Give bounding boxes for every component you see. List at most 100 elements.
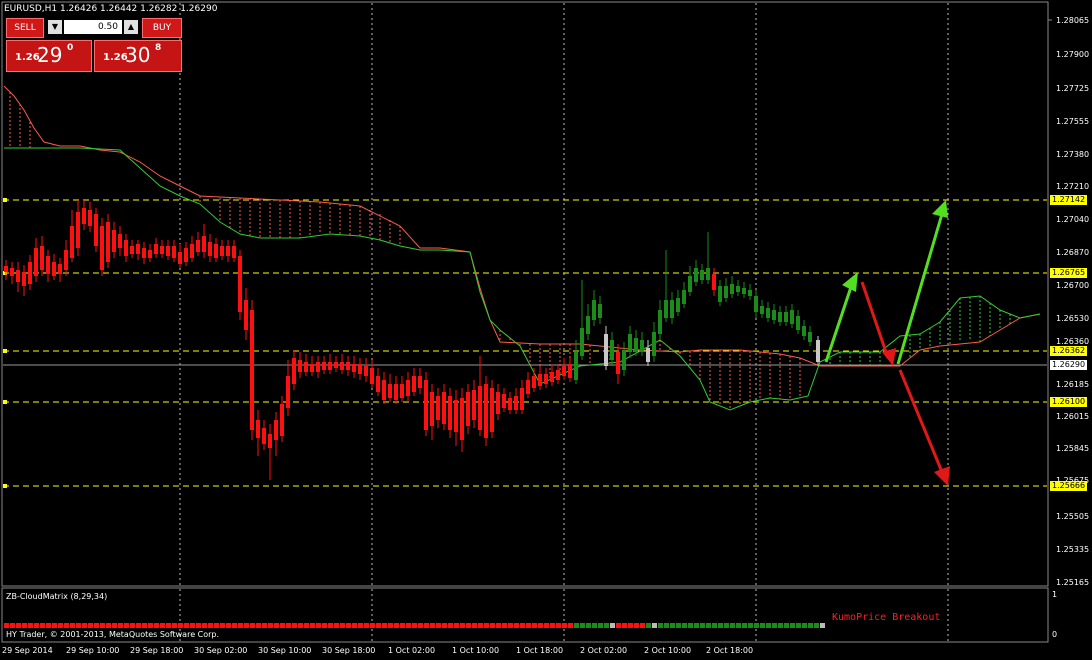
indicator-bar [322,623,327,628]
time-tick: 29 Sep 10:00 [66,646,120,655]
level-label: 1.27142 [1050,195,1088,205]
indicator-bar [502,623,507,628]
candlesticks [4,200,820,480]
candle-body [364,366,368,376]
lot-size-input[interactable]: 0.50 [64,20,122,34]
candle-body [586,316,590,334]
candle-body [730,284,734,294]
sell-price-pips: 29 [37,43,63,67]
candle-body [772,310,776,320]
indicator-bar [448,623,453,628]
sell-button[interactable]: SELL [6,18,44,38]
candle-body [472,390,476,420]
candle-body [562,366,566,376]
time-tick: 29 Sep 18:00 [130,646,184,655]
time-tick: 30 Sep 10:00 [258,646,312,655]
candle-body [340,362,344,370]
level-label: 1.25666 [1050,481,1088,491]
indicator-bar [34,623,39,628]
arrow-up-2 [896,213,944,365]
candle-body [502,394,506,408]
candle-body [760,306,764,314]
candle-body [304,362,308,372]
candle-body [742,288,746,294]
indicator-bar [94,623,99,628]
candle-body [298,360,302,372]
buy-button[interactable]: BUY [142,18,182,38]
candle-body [508,398,512,410]
indicator-bar [16,623,21,628]
candle-body [550,372,554,382]
indicator-bar [490,623,495,628]
candle-body [748,290,752,296]
indicator-bar [46,623,51,628]
time-tick: 2 Oct 18:00 [706,646,754,655]
indicator-bar [604,623,609,628]
price-tick: 1.25845 [1056,444,1090,453]
candle-body [700,270,704,280]
price-tick: 1.26870 [1056,248,1090,257]
candle-body [610,340,614,360]
sell-price-button[interactable]: 1.26 29 0 [6,40,92,72]
indicator-bar [40,623,45,628]
indicator-bar [172,623,177,628]
candle-body [724,286,728,298]
indicator-bar [700,623,705,628]
indicator-bar [52,623,57,628]
indicator-bar [658,623,663,628]
indicator-bar [388,623,393,628]
indicator-bar [232,623,237,628]
candle-body [220,246,224,256]
lot-decrease-icon[interactable]: ▼ [48,20,62,34]
indicator-bar [130,623,135,628]
candle-body [556,370,560,380]
indicator-bar [256,623,261,628]
indicator-bar [190,623,195,628]
indicator-bar [292,623,297,628]
price-tick: 1.26185 [1056,380,1090,389]
indicator-bar [526,623,531,628]
indicator-title: ZB-CloudMatrix (8,29,34) [6,592,108,601]
indicator-bar [790,623,795,628]
indicator-bar [166,623,171,628]
indicator-bar [208,623,213,628]
candle-body [166,246,170,256]
time-tick: 30 Sep 02:00 [194,646,248,655]
candle-body [292,358,296,384]
projection-arrows [824,200,950,486]
candle-body [100,226,104,270]
candle-body [106,222,110,262]
price-tick: 1.27555 [1056,117,1090,126]
price-tick: 1.26530 [1056,314,1090,323]
indicator-bar [754,623,759,628]
candle-body [526,380,530,394]
candle-body [82,208,86,224]
indicator-bar [346,623,351,628]
indicator-bar [250,623,255,628]
level-label: 1.26765 [1050,268,1088,278]
indicator-bar [310,623,315,628]
price-tick: 1.26360 [1056,337,1090,346]
indicator-bar [196,623,201,628]
candle-body [778,312,782,322]
price-tick: 1.26015 [1056,412,1090,421]
candle-body [460,398,464,440]
candle-body [52,262,56,276]
indicator-bar [724,623,729,628]
indicator-bars [4,623,825,628]
candle-body [34,248,38,276]
price-chart[interactable] [0,0,1092,660]
lot-increase-icon[interactable]: ▲ [124,20,138,34]
candle-body [646,348,650,362]
buy-price-button[interactable]: 1.26 30 8 [94,40,182,72]
indicator-bar [406,623,411,628]
indicator-bar [298,623,303,628]
indicator-bar [484,623,489,628]
price-tick: 1.27040 [1056,215,1090,224]
indicator-bar [820,623,825,628]
indicator-bar [112,623,117,628]
candle-body [118,234,122,248]
indicator-bar [544,623,549,628]
time-tick: 1 Oct 02:00 [388,646,436,655]
price-tick: 1.27210 [1056,182,1090,191]
